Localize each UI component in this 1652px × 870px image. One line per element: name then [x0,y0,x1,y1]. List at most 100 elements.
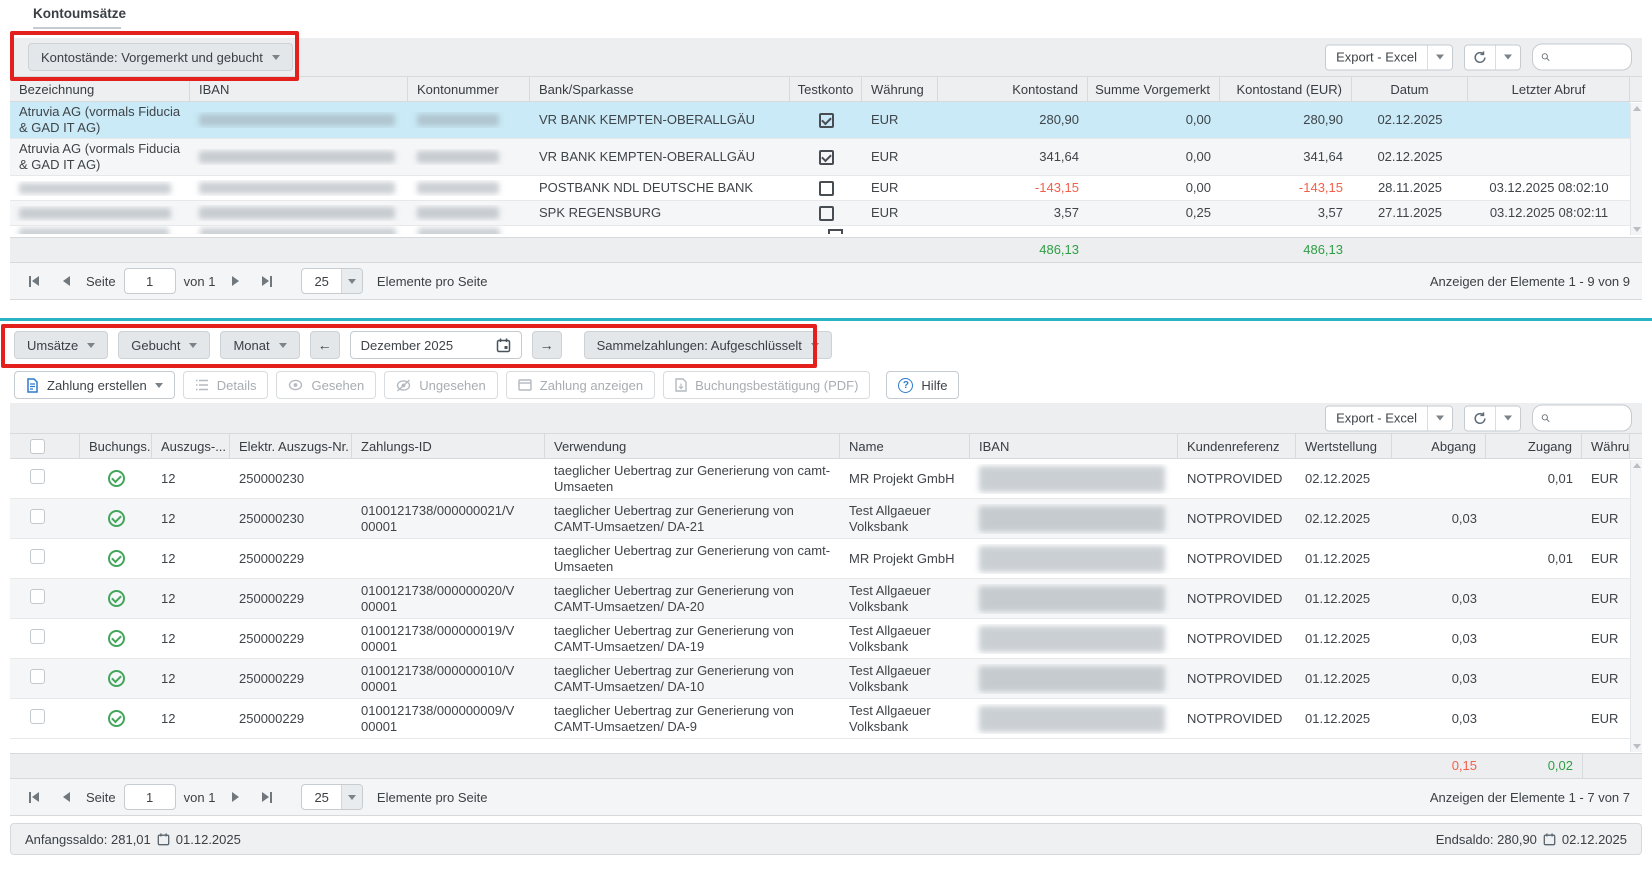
col-header-elektr-auszugs-nr[interactable]: Elektr. Auszugs-Nr. [230,434,352,458]
title-underline [33,27,121,29]
transactions-search-box [1532,405,1632,432]
cell-kontostand: -143,15 [938,178,1088,198]
monat-dropdown[interactable]: Monat [220,331,299,359]
testkonto-checkbox[interactable] [819,206,834,221]
details-button[interactable]: Details [183,371,269,399]
buchungsbestaetigung-pdf-button[interactable]: Buchungsbestätigung (PDF) [663,371,870,399]
previous-page-button[interactable] [54,785,78,809]
export-excel-button[interactable]: Export - Excel [1326,45,1427,69]
calendar-icon[interactable] [496,338,511,353]
testkonto-checkbox[interactable] [819,113,834,128]
col-header-abgang[interactable]: Abgang [1392,434,1486,458]
refresh-menu-button[interactable] [1495,406,1520,430]
page-of-label: von 1 [184,790,216,805]
col-header-zahlungs-id[interactable]: Zahlungs-ID [352,434,545,458]
transaction-row[interactable]: 12 250000229 0100121738/000000019/V00001… [10,619,1630,659]
col-header-kundenreferenz[interactable]: Kundenreferenz [1178,434,1296,458]
zahlung-erstellen-button[interactable]: Zahlung erstellen [14,371,175,399]
scroll-down-icon[interactable] [1633,227,1641,232]
row-checkbox[interactable] [30,589,45,604]
period-date-field[interactable]: Dezember 2025 [350,331,522,359]
first-page-button[interactable] [22,785,46,809]
col-header-bezeichnung[interactable]: Bezeichnung [10,77,190,101]
testkonto-checkbox[interactable] [819,181,834,196]
transaction-row[interactable]: 12 250000229 0100121738/000000010/V00001… [10,659,1630,699]
transactions-vertical-scrollbar[interactable] [1630,460,1642,752]
col-header-waehrung[interactable]: Währung [862,77,938,101]
details-label: Details [217,378,257,393]
next-page-button[interactable] [223,269,247,293]
col-header-letzter-abruf[interactable]: Letzter Abruf [1468,77,1630,101]
col-header-auszugs[interactable]: Auszugs-... [152,434,230,458]
col-header-iban[interactable]: IBAN [190,77,408,101]
page-number-input[interactable] [124,268,176,294]
page-size-dropdown[interactable]: 25 [301,784,362,810]
col-header-name[interactable]: Name [840,434,970,458]
col-header-buchungs[interactable]: Buchungs... [80,434,152,458]
transactions-search-input[interactable] [1555,410,1623,427]
row-checkbox[interactable] [30,669,45,684]
col-header-iban[interactable]: IBAN [970,434,1178,458]
scroll-up-icon[interactable] [1633,463,1641,468]
cell-kontonummer [408,205,530,221]
last-page-button[interactable] [255,269,279,293]
col-header-waehrung[interactable]: Währung [1582,434,1630,458]
col-header-kontonummer[interactable]: Kontonummer [408,77,530,101]
export-excel-button[interactable]: Export - Excel [1326,406,1427,430]
select-all-checkbox[interactable] [30,439,45,454]
gebucht-dropdown[interactable]: Gebucht [118,331,210,359]
page-size-dropdown[interactable]: 25 [301,268,362,294]
col-header-wertstellung[interactable]: Wertstellung [1296,434,1392,458]
refresh-menu-button[interactable] [1495,45,1520,69]
umsaetze-dropdown[interactable]: Umsätze [14,331,108,359]
cell-waehrung: EUR [1582,629,1630,649]
col-header-bank[interactable]: Bank/Sparkasse [530,77,790,101]
refresh-button[interactable] [1465,45,1495,69]
last-page-button[interactable] [255,785,279,809]
col-header-verwendung[interactable]: Verwendung [545,434,840,458]
row-checkbox[interactable] [30,709,45,724]
scroll-down-icon[interactable] [1633,744,1641,749]
col-header-kontostand[interactable]: Kontostand [938,77,1088,101]
gesehen-button[interactable]: Gesehen [276,371,376,399]
zahlung-anzeigen-button[interactable]: Zahlung anzeigen [506,371,655,399]
next-page-button[interactable] [223,785,247,809]
refresh-button[interactable] [1465,406,1495,430]
col-header-testkonto[interactable]: Testkonto [790,77,862,101]
account-row[interactable]: Atruvia AG (vormals Fiducia & GAD IT AG)… [10,139,1630,176]
accounts-search-input[interactable] [1555,49,1623,66]
ungesehen-button[interactable]: Ungesehen [384,371,498,399]
transaction-row[interactable]: 12 250000229 taeglicher Uebertrag zur Ge… [10,539,1630,579]
col-header-kontostand-eur[interactable]: Kontostand (EUR) [1220,77,1352,101]
row-checkbox[interactable] [30,629,45,644]
previous-page-button[interactable] [54,269,78,293]
export-menu-button[interactable] [1427,406,1452,430]
row-checkbox[interactable] [30,549,45,564]
first-page-button[interactable] [22,269,46,293]
export-menu-button[interactable] [1427,45,1452,69]
kontostaende-view-dropdown[interactable]: Kontostände: Vorgemerkt und gebucht [28,43,293,71]
col-header-summe-vorgemerkt[interactable]: Summe Vorgemerkt [1088,77,1220,101]
testkonto-checkbox[interactable] [819,150,834,165]
transaction-row[interactable]: 12 250000230 taeglicher Uebertrag zur Ge… [10,459,1630,499]
chevron-down-icon [1436,416,1444,421]
col-header-zugang[interactable]: Zugang [1486,434,1582,458]
row-checkbox[interactable] [30,469,45,484]
next-period-button[interactable]: → [532,331,562,359]
scroll-up-icon[interactable] [1633,106,1641,111]
hilfe-button[interactable]: ? Hilfe [886,371,959,399]
page-number-input[interactable] [124,784,176,810]
cell-bezeichnung [10,206,190,221]
sammelzahlungen-dropdown[interactable]: Sammelzahlungen: Aufgeschlüsselt [584,331,832,359]
transaction-row[interactable]: 12 250000230 0100121738/000000021/V00001… [10,499,1630,539]
transaction-row[interactable]: 12 250000229 0100121738/000000020/V00001… [10,579,1630,619]
account-row[interactable]: POSTBANK NDL DEUTSCHE BANK EUR -143,15 0… [10,176,1630,201]
account-row[interactable]: SPK REGENSBURG EUR 3,57 0,25 3,57 27.11.… [10,201,1630,226]
accounts-vertical-scrollbar[interactable] [1630,103,1642,235]
account-row[interactable]: Atruvia AG (vormals Fiducia & GAD IT AG)… [10,102,1630,139]
previous-period-button[interactable]: ← [310,331,340,359]
row-checkbox[interactable] [30,509,45,524]
transaction-row[interactable]: 12 250000229 0100121738/000000009/V00001… [10,699,1630,739]
col-header-datum[interactable]: Datum [1352,77,1468,101]
cell-verwendung: taeglicher Uebertrag zur Generierung von… [545,541,840,577]
